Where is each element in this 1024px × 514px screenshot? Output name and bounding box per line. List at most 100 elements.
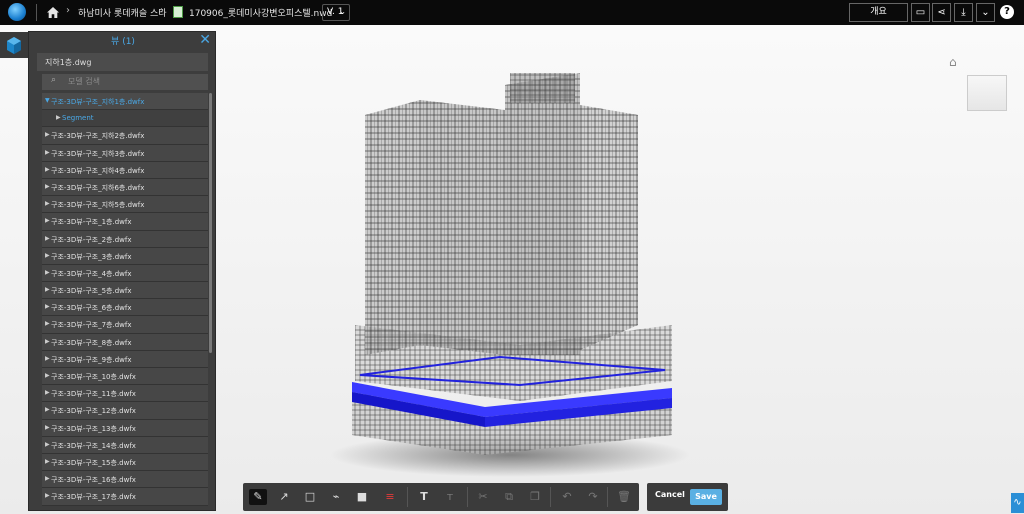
overview-button[interactable]: 개요 [849, 3, 908, 22]
caret-right-icon[interactable]: ▶ [45, 131, 50, 138]
caret-right-icon[interactable]: ▶ [45, 217, 50, 224]
analytics-icon[interactable]: ∿ [1011, 493, 1024, 513]
tree-item[interactable]: ▶ Segment [42, 110, 208, 128]
cut-icon[interactable]: ✂ [474, 489, 492, 505]
tree-item[interactable]: ▶ 구조-3D뷰-구조_5층.dwfx [42, 282, 208, 300]
divider [36, 4, 37, 21]
caret-right-icon[interactable]: ▶ [45, 355, 50, 362]
caret-right-icon[interactable]: ▶ [45, 389, 50, 396]
caret-right-icon[interactable]: ▶ [45, 149, 50, 156]
comment-icon[interactable]: ▭ [911, 3, 930, 22]
help-icon[interactable]: ? [1000, 5, 1014, 19]
tree-item[interactable]: ▶ 구조-3D뷰-구조_지하6층.dwfx [42, 178, 208, 197]
tree-item[interactable]: ▶ 구조-3D뷰-구조_1층.dwfx [42, 213, 208, 231]
text-icon[interactable]: T [415, 489, 433, 505]
caret-right-icon[interactable]: ▶ [45, 424, 50, 431]
tree-item[interactable]: ▶ 구조-3D뷰-구조_16층.dwfx [42, 471, 208, 489]
tree-item[interactable]: ▶ 구조-3D뷰-구조_8층.dwfx [42, 333, 208, 351]
fill-color-icon[interactable]: ■ [353, 489, 371, 505]
version-dropdown[interactable]: V. 1 ⌄ [322, 4, 350, 21]
tree-item[interactable]: ▶ 구조-3D뷰-구조_13층.dwfx [42, 419, 208, 437]
model-tree: ▼ 구조-3D뷰-구조_지하1층.dwfx ▶ Segment ▶ 구조-3D뷰-구조_지… [42, 93, 208, 506]
caret-right-icon[interactable]: ▶ [45, 441, 50, 448]
close-icon[interactable]: ✕ [199, 32, 211, 48]
tree-item[interactable]: ▶ 구조-3D뷰-구조_14층.dwfx [42, 436, 208, 454]
delete-icon[interactable]: 🗑 [615, 489, 633, 505]
tree-item-label: 구조-3D뷰-구조_8층.dwfx [51, 338, 132, 347]
home-icon[interactable] [46, 6, 60, 19]
breadcrumb-file[interactable]: 170906_롯데미사강변오피스텔.nwd [189, 6, 332, 19]
caret-down-icon[interactable]: ▼ [45, 97, 50, 104]
undo-icon[interactable]: ↶ [558, 489, 576, 505]
tree-item[interactable]: ▶ 구조-3D뷰-구조_6층.dwfx [42, 299, 208, 317]
divider [467, 487, 468, 507]
rectangle-icon[interactable]: □ [301, 489, 319, 505]
more-chevron-down-icon[interactable]: ⌄ [976, 3, 995, 22]
model-browser-tab[interactable] [0, 32, 28, 58]
caret-right-icon[interactable]: ▶ [45, 183, 50, 190]
download-icon[interactable]: ⤓ [954, 3, 973, 22]
caret-right-icon[interactable]: ▶ [45, 252, 50, 259]
home-view-icon[interactable]: ⌂ [949, 55, 957, 69]
tree-item[interactable]: ▶ 구조-3D뷰-구조_17층.dwfx [42, 488, 208, 506]
tree-item[interactable]: ▶ 구조-3D뷰-구조_2층.dwfx [42, 230, 208, 248]
tree-item[interactable]: ▶ 구조-3D뷰-구조_11층.dwfx [42, 385, 208, 403]
caret-right-icon[interactable]: ▶ [45, 235, 50, 242]
tree-item[interactable]: ▶ 구조-3D뷰-구조_지하5층.dwfx [42, 196, 208, 214]
divider [550, 487, 551, 507]
share-icon[interactable]: ⋖ [932, 3, 951, 22]
cube-icon [7, 37, 21, 54]
file-icon [173, 6, 183, 18]
caret-right-icon[interactable]: ▶ [45, 458, 50, 465]
caret-right-icon[interactable]: ▶ [45, 303, 50, 310]
caret-right-icon[interactable]: ▶ [45, 492, 50, 499]
tree-item[interactable]: ▶ 구조-3D뷰-구조_지하4층.dwfx [42, 161, 208, 179]
tree-item[interactable]: ▶ 구조-3D뷰-구조_지하3층.dwfx [42, 144, 208, 162]
tree-item-label: 구조-3D뷰-구조_6층.dwfx [51, 304, 132, 313]
paste-icon[interactable]: ❐ [526, 489, 544, 505]
view-cube[interactable] [967, 75, 1007, 111]
tree-item[interactable]: ▼ 구조-3D뷰-구조_지하1층.dwfx [42, 93, 208, 111]
caret-right-icon[interactable]: ▶ [45, 320, 50, 327]
caret-right-icon[interactable]: ▶ [45, 372, 50, 379]
tree-item[interactable]: ▶ 구조-3D뷰-구조_지하2층.dwfx [42, 127, 208, 145]
search-icon: ⌕ [51, 75, 57, 85]
breadcrumb-project[interactable]: 하남미사 롯데캐슬 스타 [78, 6, 167, 19]
tree-item-label: 구조-3D뷰-구조_지하2층.dwfx [51, 132, 145, 141]
caret-right-icon[interactable]: ▶ [45, 286, 50, 293]
arrow-icon[interactable]: ↗ [275, 489, 293, 505]
save-button[interactable]: Save [690, 489, 722, 505]
caret-right-icon[interactable]: ▶ [45, 406, 50, 413]
tree-item[interactable]: ▶ 구조-3D뷰-구조_3층.dwfx [42, 247, 208, 265]
scrollbar[interactable] [209, 93, 212, 353]
tree-item-label: 구조-3D뷰-구조_13층.dwfx [51, 424, 136, 433]
app-logo-icon[interactable] [8, 3, 26, 21]
tree-item-label: 구조-3D뷰-구조_지하5층.dwfx [51, 201, 145, 210]
search-input[interactable]: ⌕ 모델 검색 [42, 74, 208, 90]
caret-right-icon[interactable]: ▶ [45, 475, 50, 482]
caret-right-icon[interactable]: ▶ [45, 269, 50, 276]
tree-item[interactable]: ▶ 구조-3D뷰-구조_15층.dwfx [42, 453, 208, 472]
redo-icon[interactable]: ↷ [584, 489, 602, 505]
copy-icon[interactable]: ⧉ [500, 489, 518, 505]
caret-right-icon[interactable]: ▶ [45, 338, 50, 345]
stroke-width-icon[interactable]: ≡ [381, 489, 399, 505]
markup-toolbar: ✎ ↗ □ ⌁ ■ ≡ T ᴛ ✂ ⧉ ❐ ↶ ↷ 🗑 [243, 483, 639, 511]
tree-item[interactable]: ▶ 구조-3D뷰-구조_7층.dwfx [42, 316, 208, 334]
tree-item[interactable]: ▶ 구조-3D뷰-구조_10층.dwfx [42, 368, 208, 386]
font-size-icon[interactable]: ᴛ [441, 489, 459, 505]
tree-item[interactable]: ▶ 구조-3D뷰-구조_12층.dwfx [42, 402, 208, 420]
file-selector[interactable]: 지하1층.dwg [37, 53, 208, 71]
caret-right-icon[interactable]: ▶ [45, 166, 50, 173]
tree-item[interactable]: ▶ 구조-3D뷰-구조_4층.dwfx [42, 264, 208, 283]
tree-item-label: 구조-3D뷰-구조_3층.dwfx [51, 252, 132, 261]
caret-right-icon[interactable]: ▶ [45, 200, 50, 207]
markup-actions: Cancel Save [647, 483, 728, 511]
tree-item[interactable]: ▶ 구조-3D뷰-구조_9층.dwfx [42, 350, 208, 368]
polyline-icon[interactable]: ⌁ [327, 489, 345, 505]
cancel-button[interactable]: Cancel [655, 490, 685, 499]
panel-title: 뷰 (1) [111, 37, 135, 47]
pen-icon[interactable]: ✎ [249, 489, 267, 505]
caret-right-icon[interactable]: ▶ [56, 114, 61, 121]
tree-item-label: 구조-3D뷰-구조_14층.dwfx [51, 441, 136, 450]
